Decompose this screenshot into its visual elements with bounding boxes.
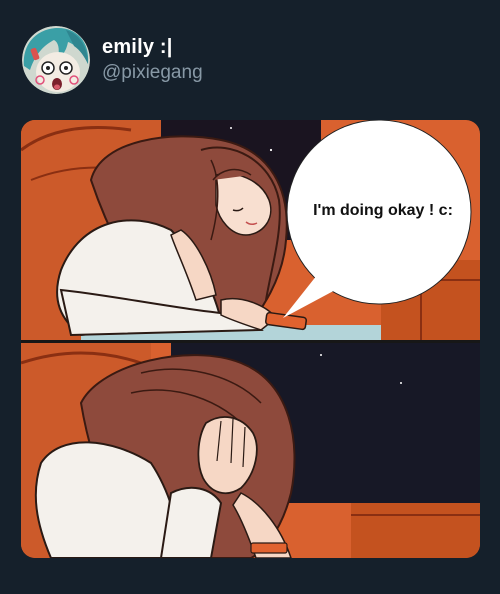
tweet-header: emily :| @pixiegang bbox=[22, 22, 482, 98]
shocked-cartoon-avatar-icon bbox=[22, 26, 90, 94]
tweet-media-image[interactable]: I'm doing okay ! c: bbox=[21, 120, 480, 558]
author-display-name[interactable]: emily :| bbox=[102, 36, 173, 59]
avatar[interactable] bbox=[22, 26, 90, 94]
author-handle[interactable]: @pixiegang bbox=[102, 62, 203, 84]
speech-bubble-text: I'm doing okay ! c: bbox=[313, 202, 453, 219]
girl-typing-on-phone-panel: I'm doing okay ! c: bbox=[21, 120, 480, 340]
girl-crying-face-in-hands-panel bbox=[21, 343, 480, 558]
